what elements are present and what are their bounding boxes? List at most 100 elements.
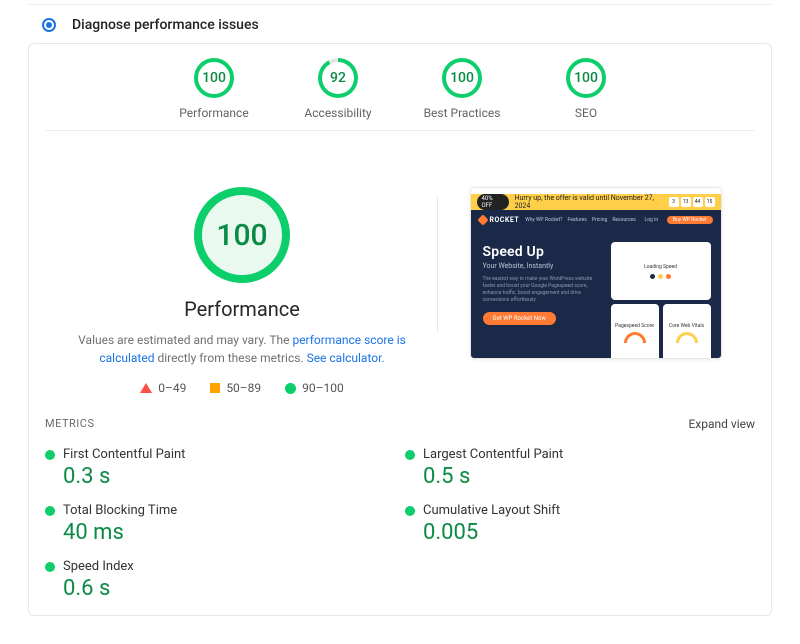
legend-fail-range: 0–49 [158,381,186,395]
card-bl: Pagespeed Score [611,304,659,359]
card-top: Loading Speed [611,242,711,300]
metric-value: 0.3 s [45,464,395,489]
gauge-score: 100 [202,70,226,86]
metric-label: First Contentful Paint [63,447,185,462]
countdown-cell: 3 [669,197,679,207]
gauge-seo[interactable]: 100 SEO [544,58,628,120]
screenshot-nav: ROCKET Why WP Rocket? Features Pricing R… [471,210,721,230]
nav-link: Features [568,217,587,223]
gauge-label: Accessibility [304,106,371,120]
gauge-mini-icon [676,332,698,343]
screenshot-cta: Get WP Rocket Now [483,312,556,325]
pass-dot-icon [45,450,55,460]
gauge-score: 100 [574,70,598,86]
square-icon [210,383,220,393]
pass-dot-icon [405,450,415,460]
gauge-ring-icon: 100 [566,58,606,98]
gauge-performance[interactable]: 100 Performance [172,58,256,120]
legend-avg-range: 50–89 [226,381,261,395]
metric-label: Speed Index [63,559,134,574]
metric-value: 0.005 [405,520,755,545]
metric-si[interactable]: Speed Index 0.6 s [45,551,395,607]
hero-right: 40% OFF Hurry up, the offer is valid unt… [438,157,753,359]
page-screenshot: 40% OFF Hurry up, the offer is valid unt… [470,187,722,359]
gauge-score: 92 [330,70,346,86]
hero-left: 100 Performance Values are estimated and… [47,157,437,395]
pass-dot-icon [45,562,55,572]
legend-pass: 90–100 [285,381,344,395]
nav-link: Why WP Rocket? [525,217,562,223]
big-gauge-label: Performance [184,297,300,321]
banner-badge: 40% OFF [477,194,509,210]
metric-value: 0.6 s [45,576,395,601]
score-legend: 0–49 50–89 90–100 [140,381,344,395]
screenshot-nav-links: Why WP Rocket? Features Pricing Resource… [525,217,636,223]
gauge-mini-icon [624,332,646,343]
metric-value: 40 ms [45,520,395,545]
section-toggle[interactable]: Diagnose performance issues [0,5,800,43]
countdown-cell: 13 [681,197,691,207]
banner-text: Hurry up, the offer is valid until Novem… [515,194,663,210]
nav-link: Pricing [592,217,607,223]
login-text: Log in [645,217,659,223]
buy-button-mini: Buy WP Rocket [667,216,713,224]
card-label: Loading Speed [644,264,677,270]
metric-label: Cumulative Layout Shift [423,503,560,518]
screenshot-body: The easiest way to make your WordPress w… [483,276,593,304]
nav-link: Resources [612,217,635,223]
legend-pass-range: 90–100 [302,381,344,395]
gauge-ring-icon: 100 [194,58,234,98]
card-br: Core Web Vitals [663,304,711,359]
radio-icon [42,18,56,32]
gauge-score: 100 [450,70,474,86]
gauge-label: Performance [179,106,248,120]
expand-view-button[interactable]: Expand view [688,417,755,431]
screenshot-banner: 40% OFF Hurry up, the offer is valid unt… [471,194,721,210]
metrics-grid: First Contentful Paint 0.3 s Largest Con… [29,439,771,607]
circle-icon [285,383,296,394]
pass-dot-icon [45,506,55,516]
big-gauge-icon: 100 [194,187,290,283]
countdown-cell: 44 [693,197,703,207]
pass-dot-icon [405,506,415,516]
metric-cls[interactable]: Cumulative Layout Shift 0.005 [405,495,755,551]
screenshot-h1: Speed Up [483,244,603,260]
disclaimer-pre: Values are estimated and may vary. The [78,333,292,347]
screenshot-sub: Your Website, Instantly [483,262,603,270]
dots-icon [650,274,671,279]
gauge-label: Best Practices [424,106,501,120]
big-gauge-score: 100 [216,218,267,253]
brand-logo-icon: ROCKET [479,216,520,224]
metric-label: Largest Contentful Paint [423,447,563,462]
card-label: Core Web Vitals [669,323,704,329]
gauge-ring-icon: 100 [442,58,482,98]
metrics-title: METRICS [45,417,95,431]
performance-panel: 100 Performance 92 Accessibility 100 Bes… [28,43,772,616]
countdown-cell: 15 [705,197,715,207]
metrics-header: METRICS Expand view [29,395,771,439]
section-title: Diagnose performance issues [72,17,259,33]
metric-lcp[interactable]: Largest Contentful Paint 0.5 s [405,439,755,495]
gauge-ring-icon: 92 [318,58,358,98]
rocket-icon [477,214,488,225]
legend-fail: 0–49 [140,381,186,395]
disclaimer-text: Values are estimated and may vary. The p… [77,331,407,367]
disclaimer-mid: directly from these metrics. [154,351,306,365]
gauge-label: SEO [575,106,597,120]
card-label: Pagespeed Score [615,323,654,329]
hero-row: 100 Performance Values are estimated and… [29,131,771,395]
see-calculator-link[interactable]: See calculator. [307,351,385,365]
countdown-icon: 3 13 44 15 [669,197,715,207]
screenshot-cards: Loading Speed Pagespeed Score Core Web [611,240,711,359]
metric-fcp[interactable]: First Contentful Paint 0.3 s [45,439,395,495]
metric-tbt[interactable]: Total Blocking Time 40 ms [45,495,395,551]
metric-label: Total Blocking Time [63,503,177,518]
brand-name: ROCKET [490,216,520,224]
legend-avg: 50–89 [210,381,261,395]
triangle-icon [140,383,152,393]
gauge-accessibility[interactable]: 92 Accessibility [296,58,380,120]
gauges-row: 100 Performance 92 Accessibility 100 Bes… [29,44,771,130]
metric-value: 0.5 s [405,464,755,489]
gauge-best-practices[interactable]: 100 Best Practices [420,58,504,120]
screenshot-hero: Speed Up Your Website, Instantly The eas… [471,230,721,359]
